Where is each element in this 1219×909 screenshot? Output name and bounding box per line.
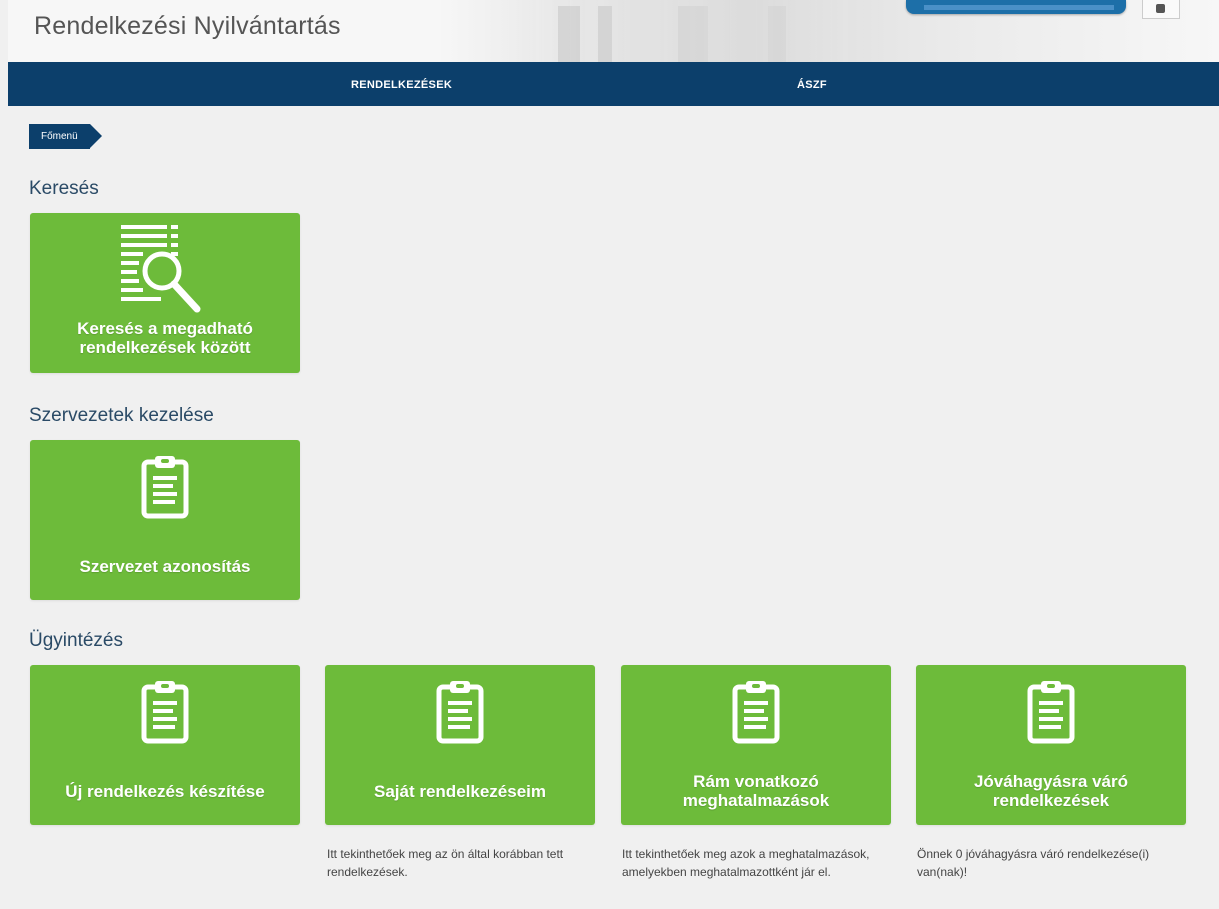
tile-description-jovahagyasra: Önnek 0 jóváhagyásra váró rendelkezése(i… [917, 847, 1150, 879]
tile-label: Rám vonatkozó meghatalmazások [682, 772, 830, 810]
page: Rendelkezési Nyilvántartás RENDELKEZÉSEK… [0, 0, 1219, 909]
tile-label: Keresés a megadható rendelkezések között [77, 319, 253, 357]
search-list-icon [121, 225, 201, 313]
tile-label: Új rendelkezés készítése [65, 782, 265, 801]
breadcrumb: Főmenü [29, 124, 102, 149]
clipboard-icon [141, 456, 189, 519]
tile-label: Jóváhagyásra váró rendelkezések [973, 772, 1129, 810]
clipboard-icon [141, 681, 189, 744]
tile-label: Szervezet azonosítás [79, 557, 251, 576]
clipboard-icon [1027, 681, 1075, 744]
tile-description-ram-vonatkozo: Itt tekinthetőek meg azok a meghatalmazá… [622, 847, 870, 879]
tile-jovahagyasra-varo[interactable]: Jóváhagyásra váró rendelkezések [916, 665, 1186, 825]
tile-uj-rendelkezes[interactable]: Új rendelkezés készítése [30, 665, 300, 825]
user-profile-button[interactable] [1142, 0, 1180, 19]
tile-ram-vonatkozo[interactable]: Rám vonatkozó meghatalmazások [621, 665, 891, 825]
tile-label: Saját rendelkezéseim [374, 782, 546, 801]
nav-item-aszf[interactable]: ÁSZF [797, 62, 827, 106]
site-title: Rendelkezési Nyilvántartás [34, 12, 341, 40]
nav-item-rendelkezesek[interactable]: RENDELKEZÉSEK [351, 62, 452, 106]
tile-description-sajat: Itt tekinthetőek meg az ön által korábba… [327, 847, 564, 879]
clipboard-icon [436, 681, 484, 744]
site-header: Rendelkezési Nyilvántartás [8, 0, 1219, 62]
section-title-ugyintezes: Ügyintézés [29, 630, 123, 651]
user-menu-button[interactable] [906, 0, 1126, 14]
section-title-kereses: Keresés [29, 178, 99, 199]
breadcrumb-item-fomenu[interactable]: Főmenü [29, 124, 102, 149]
tile-kereses[interactable]: Keresés a megadható rendelkezések között [30, 213, 300, 373]
user-menu-label-placeholder [924, 5, 1114, 10]
tile-szervezet-azonositas[interactable]: Szervezet azonosítás [30, 440, 300, 600]
section-title-szervezetek: Szervezetek kezelése [29, 405, 214, 426]
tile-sajat-rendelkezeseim[interactable]: Saját rendelkezéseim [325, 665, 595, 825]
main-navigation: RENDELKEZÉSEK ÁSZF [8, 62, 1219, 106]
clipboard-icon [732, 681, 780, 744]
user-icon [1156, 4, 1165, 13]
